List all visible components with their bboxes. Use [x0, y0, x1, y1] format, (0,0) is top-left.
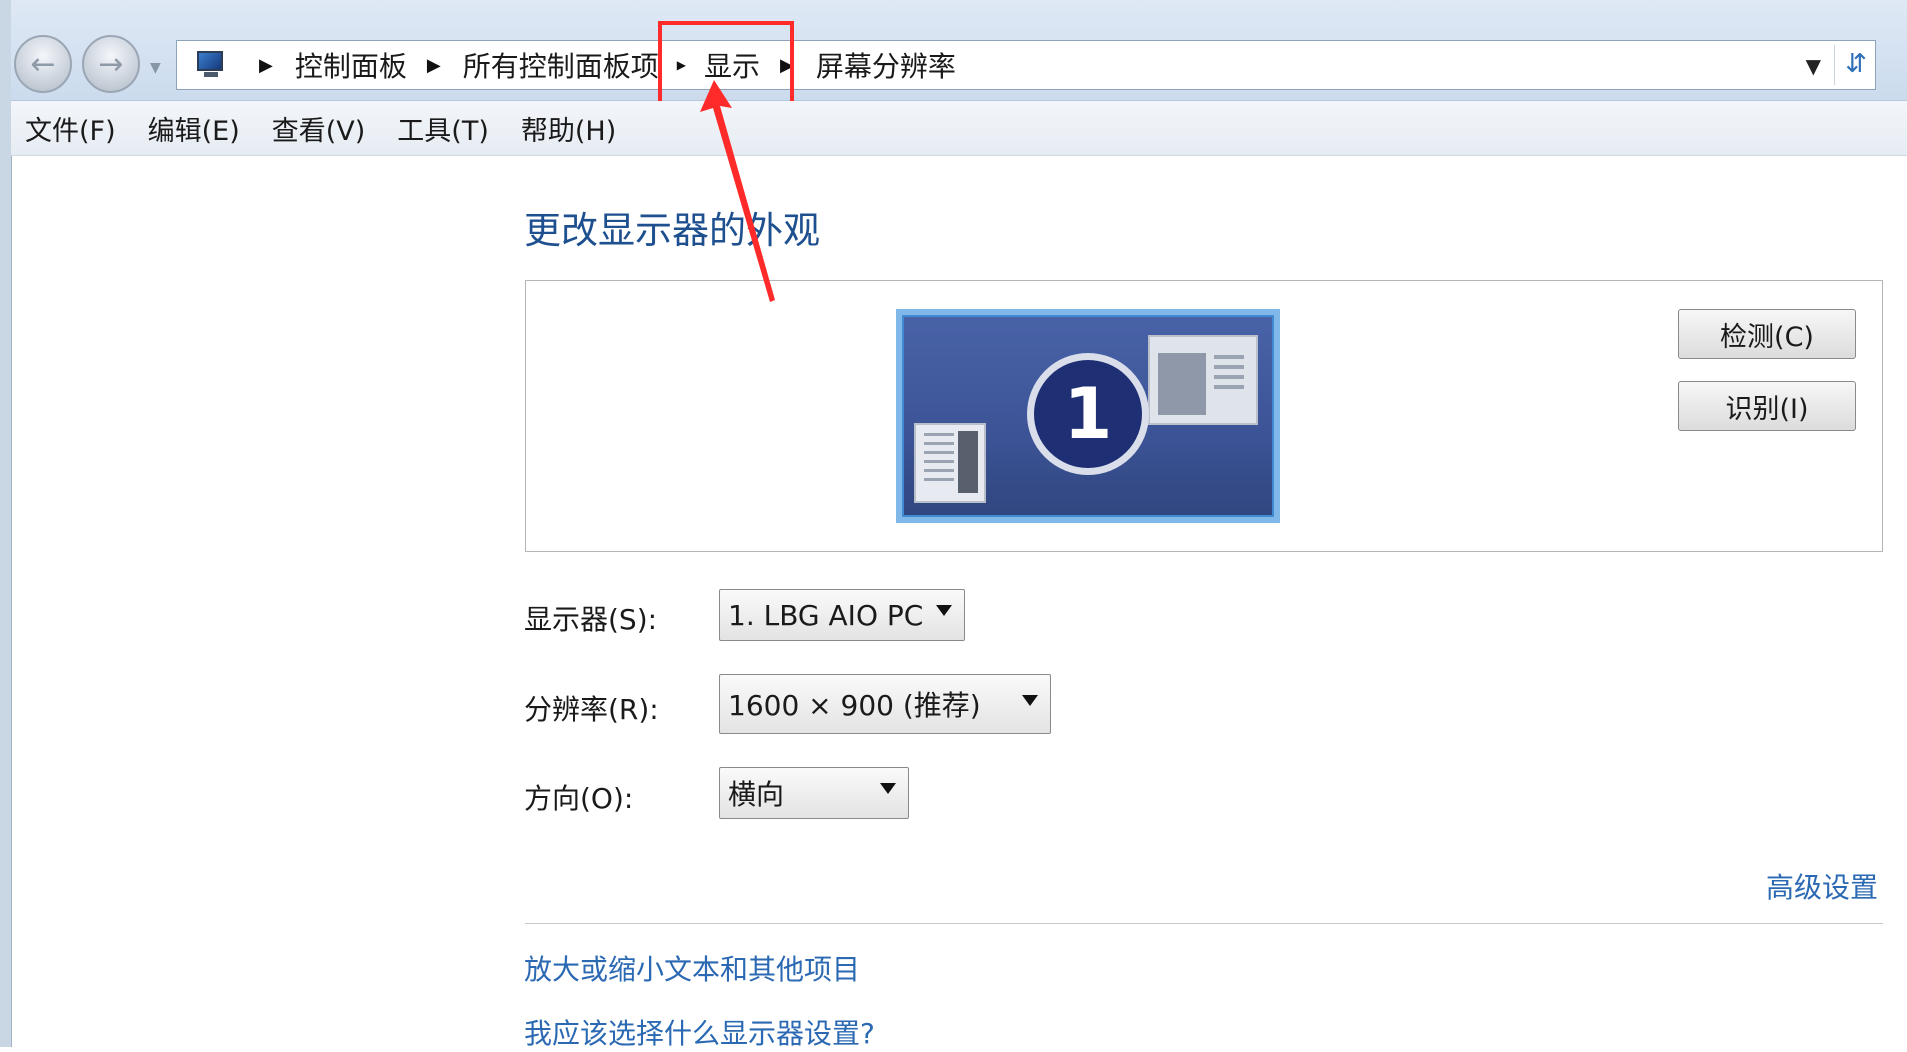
- page-title: 更改显示器的外观: [524, 209, 820, 252]
- menu-edit[interactable]: 编辑(E): [132, 109, 256, 148]
- breadcrumb-separator-icon[interactable]: ▶: [413, 55, 457, 76]
- chevron-down-icon: [936, 605, 952, 616]
- monitor-number-badge: 1: [1027, 353, 1149, 475]
- breadcrumb-control-panel[interactable]: 控制面板: [289, 45, 413, 85]
- divider: [525, 923, 1883, 924]
- forward-arrow-icon: →: [98, 46, 124, 82]
- monitor-1-thumbnail[interactable]: 1: [896, 309, 1280, 523]
- orientation-label: 方向(O):: [524, 782, 634, 815]
- menu-bar: 文件(F) 编辑(E) 查看(V) 工具(T) 帮助(H): [11, 101, 1907, 156]
- breadcrumb-display[interactable]: 显示: [698, 45, 766, 85]
- orientation-select[interactable]: 横向: [719, 767, 909, 819]
- breadcrumb-separator-icon[interactable]: ▶: [245, 55, 289, 76]
- breadcrumb-screen-resolution[interactable]: 屏幕分辨率: [810, 45, 962, 85]
- resolution-label: 分辨率(R):: [524, 693, 659, 726]
- menu-help[interactable]: 帮助(H): [505, 109, 632, 148]
- computer-icon: [195, 51, 227, 79]
- window-left-border: [0, 0, 12, 1047]
- address-dropdown-icon[interactable]: ▼: [1806, 54, 1821, 78]
- refresh-icon[interactable]: ⇵: [1845, 49, 1867, 79]
- breadcrumb: ▶ 控制面板 ▶ 所有控制面板项 ▶ 显示 ▶ 屏幕分辨率: [177, 41, 962, 89]
- chevron-down-icon: [880, 783, 896, 794]
- display-select[interactable]: 1. LBG AIO PC: [719, 589, 965, 641]
- display-label: 显示器(S):: [524, 603, 658, 636]
- advanced-settings-link[interactable]: 高级设置: [1766, 866, 1878, 906]
- recent-pages-dropdown-icon[interactable]: ▼: [150, 60, 161, 76]
- menu-file[interactable]: 文件(F): [11, 109, 132, 148]
- back-button[interactable]: ←: [14, 35, 72, 93]
- which-settings-link[interactable]: 我应该选择什么显示器设置?: [524, 1012, 875, 1052]
- back-arrow-icon: ←: [30, 46, 56, 82]
- display-preview-panel: 1 检测(C) 识别(I): [525, 280, 1883, 552]
- identify-button[interactable]: 识别(I): [1678, 381, 1856, 431]
- address-divider: [1834, 45, 1835, 85]
- breadcrumb-separator-icon[interactable]: ▶: [665, 58, 698, 72]
- document-illustration: [914, 423, 986, 503]
- resolution-select-value: 1600 × 900 (推荐): [728, 689, 981, 722]
- breadcrumb-separator-icon[interactable]: ▶: [766, 55, 810, 76]
- menu-tools[interactable]: 工具(T): [381, 109, 505, 148]
- display-select-value: 1. LBG AIO PC: [728, 598, 924, 632]
- window-illustration: [1148, 335, 1258, 425]
- address-bar[interactable]: ▶ 控制面板 ▶ 所有控制面板项 ▶ 显示 ▶ 屏幕分辨率 ▼ ⇵: [176, 40, 1876, 90]
- orientation-select-value: 横向: [728, 778, 785, 811]
- forward-button[interactable]: →: [82, 35, 140, 93]
- menu-view[interactable]: 查看(V): [256, 109, 382, 148]
- breadcrumb-all-items[interactable]: 所有控制面板项: [457, 45, 665, 85]
- resolution-select[interactable]: 1600 × 900 (推荐): [719, 674, 1051, 734]
- text-size-link[interactable]: 放大或缩小文本和其他项目: [524, 948, 860, 988]
- detect-button[interactable]: 检测(C): [1678, 309, 1856, 359]
- address-toolbar: ← → ▼ ▶ 控制面板 ▶ 所有控制面板项 ▶ 显示 ▶ 屏幕分辨率 ▼ ⇵: [11, 0, 1907, 101]
- chevron-down-icon: [1022, 695, 1038, 706]
